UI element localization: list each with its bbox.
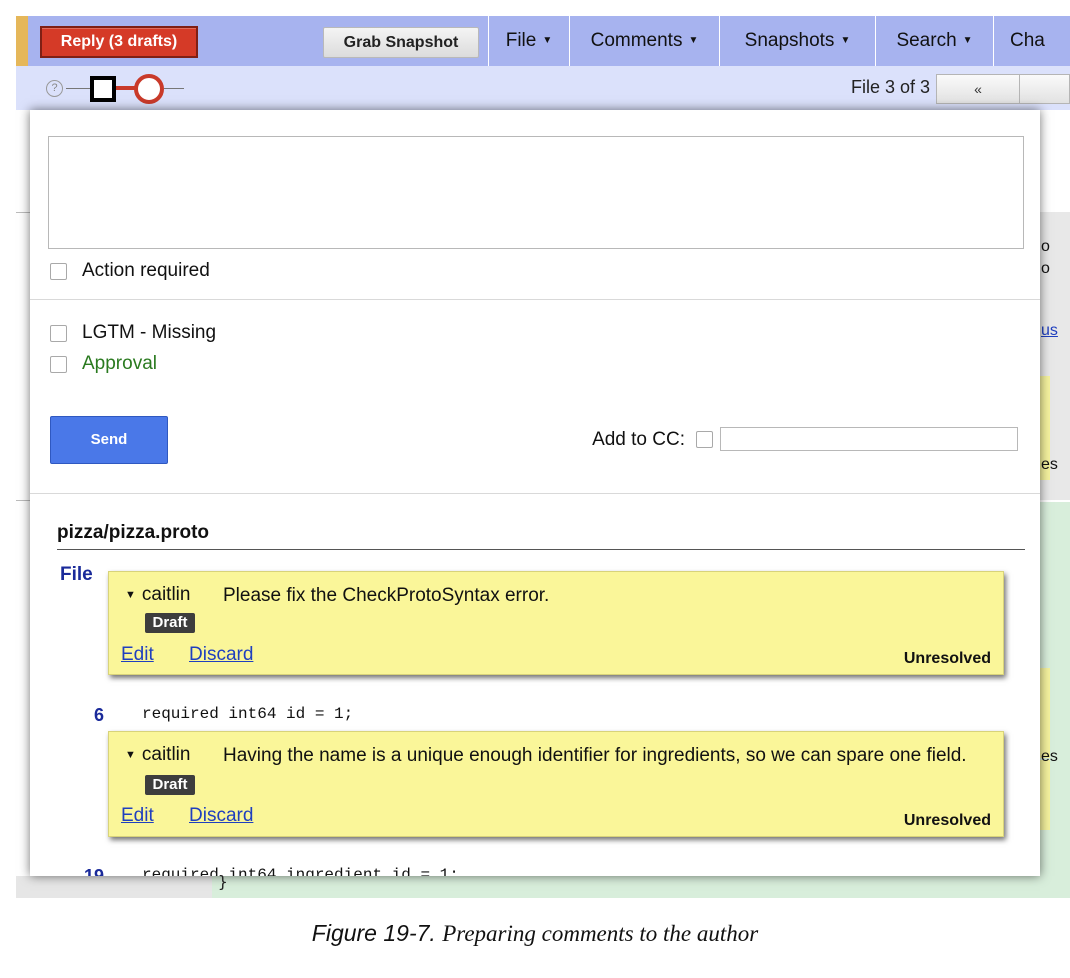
- triangle-down-icon: ▼: [125, 749, 136, 761]
- previous-file-button[interactable]: «: [936, 74, 1020, 104]
- discard-comment-link[interactable]: Discard: [189, 805, 253, 827]
- line-number: 19: [83, 866, 104, 876]
- reply-panel: Action required LGTM - Missing Approval …: [30, 110, 1040, 876]
- approval-checkbox[interactable]: [50, 356, 67, 373]
- snapshots-menu[interactable]: Snapshots ▼: [719, 16, 875, 66]
- progress-line: [66, 88, 90, 89]
- discard-comment-link[interactable]: Discard: [189, 644, 253, 666]
- file-counter: File 3 of 3: [850, 77, 930, 97]
- comments-menu[interactable]: Comments ▼: [569, 16, 719, 66]
- background-comment-2: [1040, 668, 1050, 758]
- background-peek-text: o: [1041, 238, 1050, 255]
- comment-author-toggle[interactable]: ▼ caitlin: [125, 744, 190, 766]
- file-menu-label: File: [505, 30, 537, 52]
- figure-caption-text: Preparing comments to the author: [442, 921, 759, 946]
- edit-comment-link[interactable]: Edit: [121, 805, 154, 827]
- chevron-down-icon: ▼: [840, 35, 851, 46]
- background-comment-3: [1040, 760, 1050, 830]
- search-menu[interactable]: Search ▼: [875, 16, 993, 66]
- edit-comment-link[interactable]: Edit: [121, 644, 154, 666]
- changes-menu[interactable]: Cha: [993, 16, 1070, 66]
- review-stage-circle-icon: [134, 74, 164, 104]
- background-divider: [16, 500, 30, 501]
- line-number: 6: [93, 705, 104, 725]
- draft-comment: ▼ caitlin Having the name is a unique eno…: [108, 731, 1004, 837]
- chevron-down-icon: ▼: [962, 35, 973, 46]
- background-code-bottom: [212, 876, 1070, 898]
- comment-text: Please fix the CheckProtoSyntax error.: [223, 585, 550, 606]
- chevron-down-icon: ▼: [542, 35, 553, 46]
- comment-status: Unresolved: [903, 812, 991, 829]
- file-heading-rule: [57, 549, 1025, 550]
- add-to-cc-label: Add to CC:: [592, 429, 685, 450]
- background-code-brace: }: [218, 872, 228, 891]
- background-peek-text: es: [1041, 748, 1058, 765]
- help-icon[interactable]: ?: [46, 80, 63, 97]
- lgtm-checkbox[interactable]: [50, 325, 67, 342]
- search-menu-label: Search: [896, 30, 957, 52]
- review-stage-square-icon: [90, 76, 116, 102]
- background-peek-link: us: [1041, 322, 1058, 339]
- comments-menu-label: Comments: [590, 30, 683, 52]
- figure-caption: Figure 19-7. Preparing comments to the a…: [0, 920, 1070, 947]
- section-divider: [30, 493, 1040, 494]
- reply-button[interactable]: Reply (3 drafts): [40, 26, 198, 58]
- comment-status: Unresolved: [903, 650, 991, 667]
- file-menu[interactable]: File ▼: [488, 16, 569, 66]
- grab-snapshot-button[interactable]: Grab Snapshot: [323, 27, 479, 58]
- comment-text: Having the name is a unique enough ident…: [223, 745, 967, 766]
- comment-author: caitlin: [141, 744, 191, 765]
- progress-line: [164, 88, 184, 89]
- comment-author-toggle[interactable]: ▼ caitlin: [125, 584, 190, 606]
- section-divider: [30, 299, 1040, 300]
- chevron-down-icon: ▼: [688, 35, 699, 46]
- background-divider: [16, 212, 30, 213]
- next-file-button[interactable]: [1019, 74, 1070, 104]
- action-required-label: Action required: [82, 260, 210, 281]
- action-required-checkbox[interactable]: [50, 263, 67, 280]
- changes-menu-label: Cha: [1010, 30, 1045, 51]
- draft-comment: ▼ caitlin Please fix the CheckProtoSyntax…: [108, 571, 1004, 675]
- background-peek-text: o: [1041, 260, 1050, 277]
- snapshots-menu-label: Snapshots: [744, 30, 835, 52]
- code-line: required int64 id = 1;: [142, 705, 354, 723]
- toolbar-accent: [16, 16, 28, 66]
- code-line: required int64 ingredient_id = 1;: [142, 866, 459, 876]
- progress-line: [116, 86, 136, 90]
- add-to-cc-checkbox[interactable]: [696, 431, 713, 448]
- triangle-down-icon: ▼: [125, 589, 136, 601]
- cc-input[interactable]: [720, 427, 1018, 451]
- figure-number: Figure 19-7.: [311, 920, 436, 946]
- draft-badge: Draft: [145, 613, 195, 633]
- approval-label: Approval: [82, 353, 157, 374]
- file-path-heading: pizza/pizza.proto: [57, 522, 209, 543]
- comment-author: caitlin: [141, 584, 191, 605]
- background-peek-text: es: [1041, 456, 1058, 473]
- lgtm-label: LGTM - Missing: [82, 322, 217, 343]
- draft-badge: Draft: [145, 775, 195, 795]
- reply-message-textarea[interactable]: [48, 136, 1024, 249]
- send-button[interactable]: Send: [50, 416, 168, 464]
- file-level-comment-label: File: [60, 564, 93, 585]
